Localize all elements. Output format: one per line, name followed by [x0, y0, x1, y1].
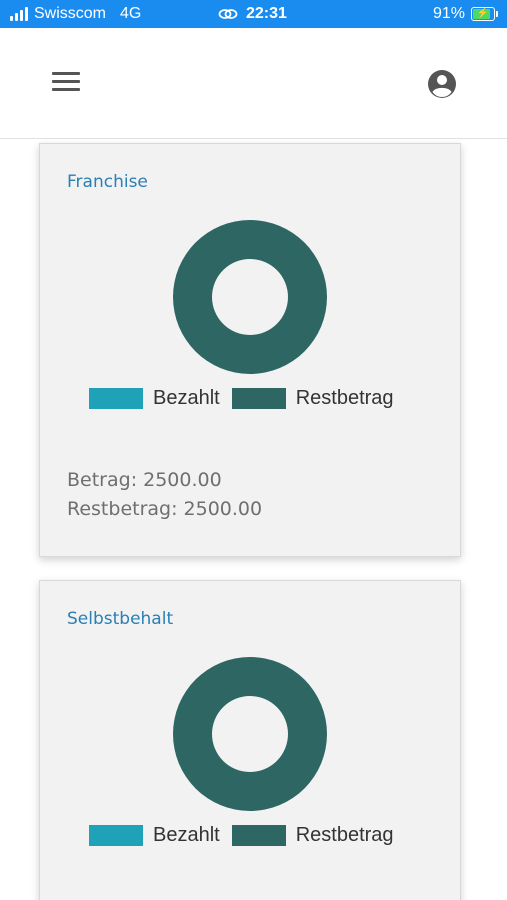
legend-label-paid: Bezahlt	[153, 824, 220, 846]
account-circle-icon[interactable]	[426, 68, 458, 100]
battery-icon: ⚡	[471, 7, 498, 21]
status-center: 22:31	[218, 5, 287, 23]
hamburger-line	[52, 88, 80, 91]
donut-chart	[173, 656, 327, 812]
legend-label-remaining: Restbetrag	[295, 387, 394, 409]
legend-label-paid: Bezahlt	[153, 387, 220, 409]
hamburger-menu-icon	[52, 72, 80, 75]
legend-swatch-paid	[89, 388, 143, 409]
legend-swatch-remaining	[231, 388, 286, 409]
legend-item-remaining: Restbetrag	[231, 824, 394, 847]
donut-chart	[173, 219, 327, 375]
status-left: Swisscom 4G	[10, 5, 141, 23]
charging-bolt-icon: ⚡	[476, 8, 490, 19]
clock: 22:31	[246, 5, 287, 22]
card-title: Franchise	[67, 172, 148, 192]
chart-legend: Bezahlt Restbetrag	[89, 824, 406, 847]
amount-details: Betrag: 2500.00 Restbetrag: 2500.00	[67, 466, 262, 524]
status-bar: Swisscom 4G 22:31 91% ⚡	[0, 0, 507, 28]
network-type: 4G	[120, 5, 142, 22]
legend-swatch-paid	[89, 825, 143, 846]
legend-item-paid: Bezahlt	[89, 387, 220, 410]
legend-item-remaining: Restbetrag	[231, 387, 394, 410]
battery-percent: 91%	[432, 5, 465, 22]
amount-text: Betrag: 2500.00	[67, 469, 222, 491]
selbstbehalt-card: Selbstbehalt Bezahlt Restbetrag	[39, 580, 461, 900]
signal-strength-icon	[10, 7, 28, 21]
remaining-text: Restbetrag: 2500.00	[67, 498, 263, 520]
carrier-name: Swisscom	[34, 5, 107, 22]
legend-label-remaining: Restbetrag	[295, 824, 394, 846]
card-title: Selbstbehalt	[67, 609, 174, 629]
donut-slice-restbetrag	[173, 219, 327, 375]
legend-swatch-remaining	[231, 825, 286, 846]
hamburger-line	[52, 80, 80, 83]
franchise-card: Franchise Bezahlt Restbetrag Betrag: 250…	[39, 143, 461, 557]
chart-legend: Bezahlt Restbetrag	[89, 387, 406, 410]
app-header	[0, 28, 507, 139]
menu-button[interactable]	[52, 72, 80, 94]
main-content[interactable]: Franchise Bezahlt Restbetrag Betrag: 250…	[0, 139, 507, 900]
status-right: 91% ⚡	[432, 5, 498, 23]
legend-item-paid: Bezahlt	[89, 824, 220, 847]
donut-slice-restbetrag	[173, 656, 327, 812]
link-icon	[218, 9, 238, 19]
